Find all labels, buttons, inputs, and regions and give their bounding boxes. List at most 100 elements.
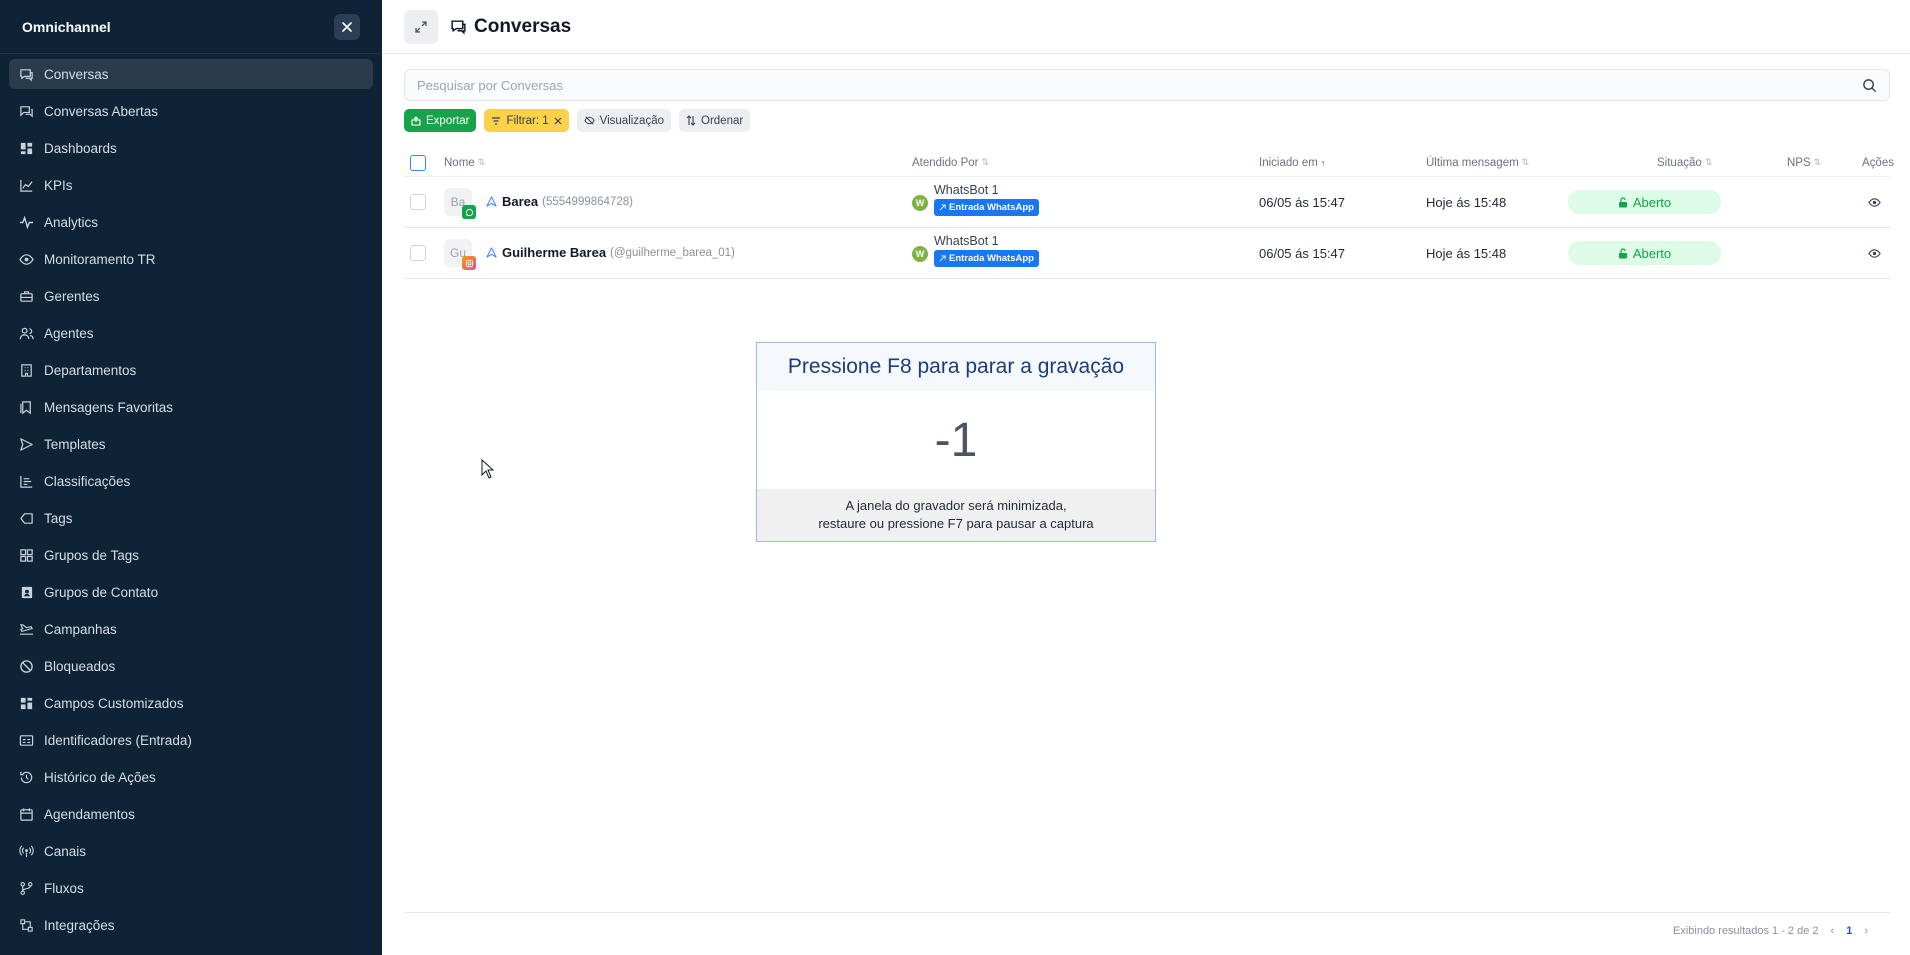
page-number-button[interactable]: 1 — [1846, 925, 1852, 937]
sidebar-item-mensagens-favoritas[interactable]: Mensagens Favoritas — [9, 392, 373, 422]
status-cell: Aberto — [1568, 190, 1721, 214]
sidebar-item-campos-customizados[interactable]: Campos Customizados — [9, 688, 373, 718]
sidebar-item-label: Campanhas — [44, 621, 117, 637]
sidebar-item-templates[interactable]: Templates — [9, 429, 373, 459]
table-row[interactable]: Gu Guilherme Barea (@guilherme_barea_01)… — [404, 228, 1890, 279]
contact-book-icon — [19, 585, 34, 600]
pagination: Exibindo resultados 1 - 2 de 2 ‹ 1 › — [1673, 925, 1868, 937]
chat-open-icon — [19, 104, 34, 119]
sidebar-item-fluxos[interactable]: Fluxos — [9, 873, 373, 903]
contact-name-cell: Guilherme Barea (@guilherme_barea_01) — [486, 245, 735, 260]
header-started-label: Iniciado em — [1259, 156, 1318, 169]
search-icon[interactable] — [1862, 78, 1877, 93]
mouse-cursor-icon — [481, 459, 495, 479]
header-started[interactable]: Iniciado em ↑ — [1259, 157, 1325, 169]
sidebar-item-label: Dashboards — [44, 140, 117, 156]
contact-name[interactable]: Barea — [502, 194, 538, 209]
dashboard-icon — [19, 141, 34, 156]
sidebar-item-campanhas[interactable]: Campanhas — [9, 614, 373, 644]
list-icon — [19, 474, 34, 489]
status-badge: Aberto — [1568, 241, 1721, 265]
close-icon — [342, 21, 352, 32]
layout-icon — [19, 696, 34, 711]
view-label: Visualização — [599, 114, 664, 127]
clear-filter-icon[interactable] — [554, 117, 562, 125]
sidebar-item-label: Agendamentos — [44, 806, 135, 822]
row-checkbox[interactable] — [410, 194, 426, 210]
next-page-button[interactable]: › — [1864, 925, 1868, 937]
bot-avatar-cell: W — [912, 246, 928, 262]
recorder-countdown: -1 — [934, 413, 978, 467]
export-button[interactable]: Exportar — [404, 109, 477, 132]
sidebar-header: Omnichannel — [0, 0, 382, 54]
eye-icon[interactable] — [1868, 196, 1881, 209]
avatar: Ba — [444, 188, 476, 219]
sidebar-item-agentes[interactable]: Agentes — [9, 318, 373, 348]
sidebar-item-conversas[interactable]: Conversas — [9, 59, 373, 89]
sidebar-item-integracoes[interactable]: Integrações — [9, 910, 373, 940]
sidebar-nav: Conversas Conversas Abertas Dashboards K… — [0, 54, 382, 940]
header-status[interactable]: Situação ⇅ — [1657, 157, 1712, 169]
select-all-checkbox[interactable] — [410, 154, 426, 171]
header-last-message[interactable]: Última mensagem ⇅ — [1426, 157, 1529, 169]
sidebar-item-analytics[interactable]: Analytics — [9, 207, 373, 237]
view-action-cell — [1868, 196, 1881, 209]
expand-icon — [415, 20, 427, 33]
table-row[interactable]: Ba Barea (5554999864728) W WhatsBot 1 En… — [404, 177, 1890, 228]
prev-page-button[interactable]: ‹ — [1831, 925, 1835, 937]
sidebar-item-gerentes[interactable]: Gerentes — [9, 281, 373, 311]
view-button[interactable]: Visualização — [576, 109, 671, 132]
sidebar-item-dashboards[interactable]: Dashboards — [9, 133, 373, 163]
history-icon — [19, 770, 34, 785]
sidebar-item-canais[interactable]: Canais — [9, 836, 373, 866]
sidebar-item-label: Campos Customizados — [44, 695, 184, 711]
close-sidebar-button[interactable] — [334, 13, 360, 40]
sidebar-item-monitoramento[interactable]: Monitoramento TR — [9, 244, 373, 274]
channel-tag-label: Entrada WhatsApp — [949, 253, 1034, 264]
sort-icon: ⇅ — [981, 157, 990, 167]
started-cell: 06/05 ás 15:47 — [1259, 195, 1345, 210]
ban-icon — [19, 659, 34, 674]
contact-avatar-cell: Ba — [444, 188, 476, 219]
sidebar-item-departamentos[interactable]: Departamentos — [9, 355, 373, 385]
sort-label: Ordenar — [701, 114, 744, 127]
header-attended-by-label: Atendido Por — [912, 156, 979, 169]
eye-icon — [19, 252, 34, 267]
sidebar-item-identificadores[interactable]: Identificadores (Entrada) — [9, 725, 373, 755]
sort-icon: ⇅ — [1521, 157, 1530, 167]
bot-avatar: W — [912, 246, 928, 262]
header-attended-by[interactable]: Atendido Por ⇅ — [912, 157, 989, 169]
sidebar-item-historico[interactable]: Histórico de Ações — [9, 762, 373, 792]
status-label: Aberto — [1632, 194, 1672, 210]
whatsapp-icon — [462, 205, 476, 219]
expand-button[interactable] — [404, 9, 438, 44]
sidebar-item-conversas-abertas[interactable]: Conversas Abertas — [9, 96, 373, 126]
conversations-table: Nome ⇅ Atendido Por ⇅ Iniciado em ↑ Última … — [404, 149, 1894, 279]
sidebar-item-label: Bloqueados — [44, 658, 116, 674]
bookmark-icon — [19, 400, 34, 415]
sidebar-item-classificacoes[interactable]: Classificações — [9, 466, 373, 496]
sort-asc-icon: ↑ — [1320, 157, 1326, 168]
contact-name[interactable]: Guilherme Barea — [502, 245, 606, 260]
header-name[interactable]: Nome ⇅ — [444, 157, 485, 169]
send-icon — [19, 437, 34, 452]
contact-name-cell: Barea (5554999864728) — [486, 194, 633, 209]
sort-button[interactable]: Ordenar — [679, 109, 751, 132]
contact-avatar-cell: Gu — [444, 239, 476, 270]
bot-name: WhatsBot 1 — [934, 234, 999, 248]
filter-button[interactable]: Filtrar: 1 — [484, 109, 569, 132]
header-actions-label: Ações — [1862, 156, 1894, 169]
sidebar-item-label: Integrações — [44, 917, 115, 933]
sidebar-item-grupos-de-contato[interactable]: Grupos de Contato — [9, 577, 373, 607]
toolbar: Exportar Filtrar: 1 Visualização Ordenar — [404, 109, 751, 132]
sidebar-item-bloqueados[interactable]: Bloqueados — [9, 651, 373, 681]
sidebar-item-label: Gerentes — [44, 288, 100, 304]
sidebar-item-kpis[interactable]: KPIs — [9, 170, 373, 200]
eye-icon[interactable] — [1868, 247, 1881, 260]
header-nps[interactable]: NPS ⇅ — [1787, 157, 1821, 169]
sidebar-item-tags[interactable]: Tags — [9, 503, 373, 533]
row-checkbox[interactable] — [410, 245, 426, 261]
sidebar-item-agendamentos[interactable]: Agendamentos — [9, 799, 373, 829]
search-input[interactable] — [417, 77, 1862, 93]
sidebar-item-grupos-de-tags[interactable]: Grupos de Tags — [9, 540, 373, 570]
